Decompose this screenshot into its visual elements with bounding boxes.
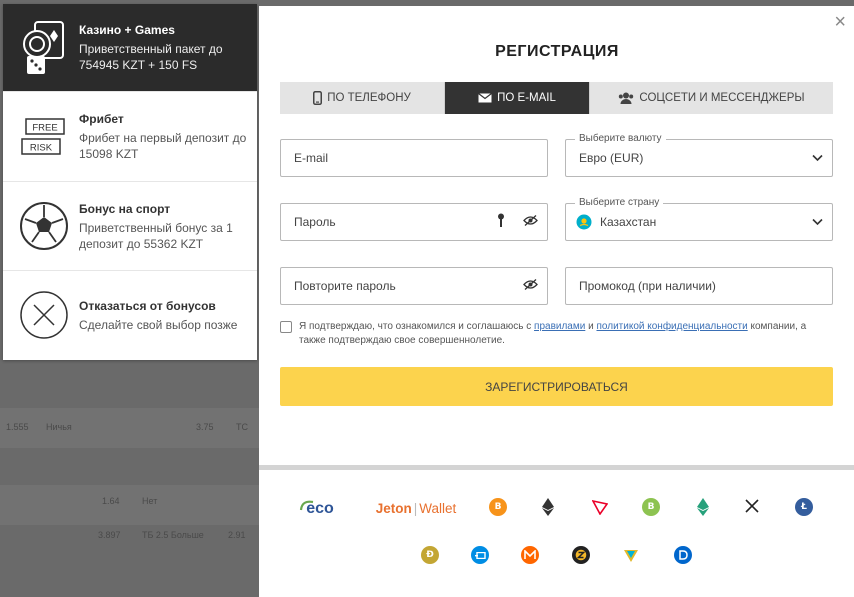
bg-text: 3.75 (196, 422, 214, 432)
bonus-description: Приветственный пакет до 754945 KZT + 150… (79, 42, 223, 72)
password-field[interactable]: Пароль (280, 203, 548, 241)
chevron-down-icon (812, 154, 823, 162)
country-label: Выберите страну (575, 196, 664, 210)
eye-hidden-icon[interactable] (523, 215, 538, 229)
bg-text: Нет (142, 496, 158, 506)
phone-icon (313, 91, 323, 105)
verge-icon (623, 547, 639, 563)
kazakhstan-flag-icon (576, 214, 592, 230)
risk-badge-text: RISK (30, 142, 53, 153)
bonus-title: Фрибет (79, 112, 124, 126)
tab-phone[interactable]: ПО ТЕЛЕФОНУ (280, 82, 445, 114)
litecoin-symbol: Ł (795, 498, 813, 516)
ethereum-icon (542, 498, 554, 516)
bonus-option-sport[interactable]: Бонус на спорт Приветственный бонус за 1… (3, 182, 257, 271)
bg-text: Ничья (46, 422, 72, 432)
bitcoin-cash-icon: B (642, 498, 660, 516)
bg-text: ТС (236, 422, 248, 432)
tron-icon (592, 499, 608, 515)
free-badge-text: FREE (32, 122, 57, 133)
digibyte-icon (674, 546, 692, 564)
bonus-description: Сделайте свой выбор позже (79, 317, 238, 332)
decline-x-icon (19, 285, 69, 345)
close-icon[interactable]: × (834, 12, 846, 32)
monero-icon (521, 546, 539, 564)
password-placeholder: Пароль (294, 215, 336, 229)
tether-icon (697, 498, 709, 516)
country-value: Казахстан (600, 215, 657, 229)
currency-value: Евро (EUR) (579, 151, 644, 165)
tab-label: ПО ТЕЛЕФОНУ (327, 92, 411, 104)
bonus-title: Казино + Games (79, 23, 175, 37)
promo-placeholder: Промокод (при наличии) (579, 279, 716, 293)
casino-chips-icon (19, 18, 69, 78)
bonus-title: Отказаться от бонусов (79, 298, 216, 313)
chevron-down-icon (812, 218, 823, 226)
agree-text: и (588, 321, 594, 332)
country-select[interactable]: Выберите страну Казахстан (565, 196, 833, 241)
bitcoin-symbol: B (489, 498, 507, 516)
free-risk-icon: FREE RISK (19, 107, 69, 167)
bonus-option-casino[interactable]: Казино + Games Приветственный пакет до 7… (3, 4, 257, 92)
bonus-option-decline[interactable]: Отказаться от бонусов Сделайте свой выбо… (3, 271, 257, 359)
tab-email[interactable]: ПО E-MAIL (445, 82, 590, 114)
bg-text: 3.897 (98, 530, 121, 540)
register-button[interactable]: ЗАРЕГИСТРИРОВАТЬСЯ (280, 367, 833, 406)
bitcoin-icon: B (489, 498, 507, 516)
bg-text: 1.555 (6, 422, 29, 432)
key-icon[interactable] (497, 213, 505, 231)
tab-label: СОЦСЕТИ И МЕССЕНДЖЕРЫ (639, 92, 805, 104)
divider (259, 465, 854, 470)
bg-odds-row (0, 485, 260, 525)
bg-text: ТБ 2.5 Больше (142, 530, 204, 540)
users-icon (618, 92, 634, 104)
terms-checkbox[interactable] (280, 321, 292, 333)
registration-tabs: ПО ТЕЛЕФОНУ ПО E-MAIL СОЦСЕТИ И МЕССЕНДЖ… (280, 82, 833, 114)
currency-label: Выберите валюту (575, 132, 666, 146)
ripple-icon (745, 499, 759, 513)
eco-text: eco (306, 500, 334, 517)
bitcoin-cash-symbol: B (642, 498, 660, 516)
bonus-title: Бонус на спорт (79, 201, 171, 216)
eco-payment-logo: eco (299, 495, 339, 519)
rules-link[interactable]: правилами (534, 321, 585, 332)
tab-social[interactable]: СОЦСЕТИ И МЕССЕНДЖЕРЫ (590, 82, 833, 114)
bg-odds-row (0, 408, 260, 448)
bonus-description: Фрибет на первый депозит до 15098 KZT (79, 131, 247, 161)
jeton-wallet-logo: Jeton | Wallet (375, 500, 457, 516)
dogecoin-icon: Ð (421, 546, 439, 564)
email-placeholder: E-mail (294, 151, 329, 165)
bg-text: 1.64 (102, 496, 120, 506)
dash-icon (471, 546, 489, 564)
eye-hidden-icon[interactable] (523, 279, 538, 293)
registration-modal: × РЕГИСТРАЦИЯ ПО ТЕЛЕФОНУ ПО E-MAIL СОЦС… (259, 6, 854, 597)
dogecoin-symbol: Ð (421, 546, 439, 564)
tab-label: ПО E-MAIL (497, 92, 556, 104)
privacy-policy-link[interactable]: политикой конфиденциальности (596, 321, 747, 332)
soccer-ball-icon (19, 196, 69, 256)
envelope-icon (478, 93, 492, 103)
repeat-password-placeholder: Повторите пароль (294, 279, 396, 293)
agree-text: Я подтверждаю, что ознакомился и соглаша… (299, 321, 532, 332)
currency-select[interactable]: Выберите валюту Евро (EUR) (565, 132, 833, 177)
jeton-text: Jeton (375, 500, 412, 516)
bonus-selection-panel: Казино + Games Приветственный пакет до 7… (3, 4, 257, 360)
bonus-description: Приветственный бонус за 1 депозит до 553… (79, 220, 233, 251)
repeat-password-field[interactable]: Повторите пароль (280, 267, 548, 305)
wallet-text: Wallet (419, 500, 457, 516)
promo-code-field[interactable]: Промокод (при наличии) (565, 267, 833, 305)
litecoin-icon: Ł (795, 498, 813, 516)
bg-text: 2.91 (228, 530, 246, 540)
modal-title: РЕГИСТРАЦИЯ (495, 43, 619, 60)
email-field[interactable]: E-mail (280, 139, 548, 177)
terms-agreement: Я подтверждаю, что ознакомился и соглаша… (280, 320, 833, 348)
bonus-option-freebet[interactable]: FREE RISK Фрибет Фрибет на первый депози… (3, 92, 257, 182)
zcash-icon (572, 546, 590, 564)
